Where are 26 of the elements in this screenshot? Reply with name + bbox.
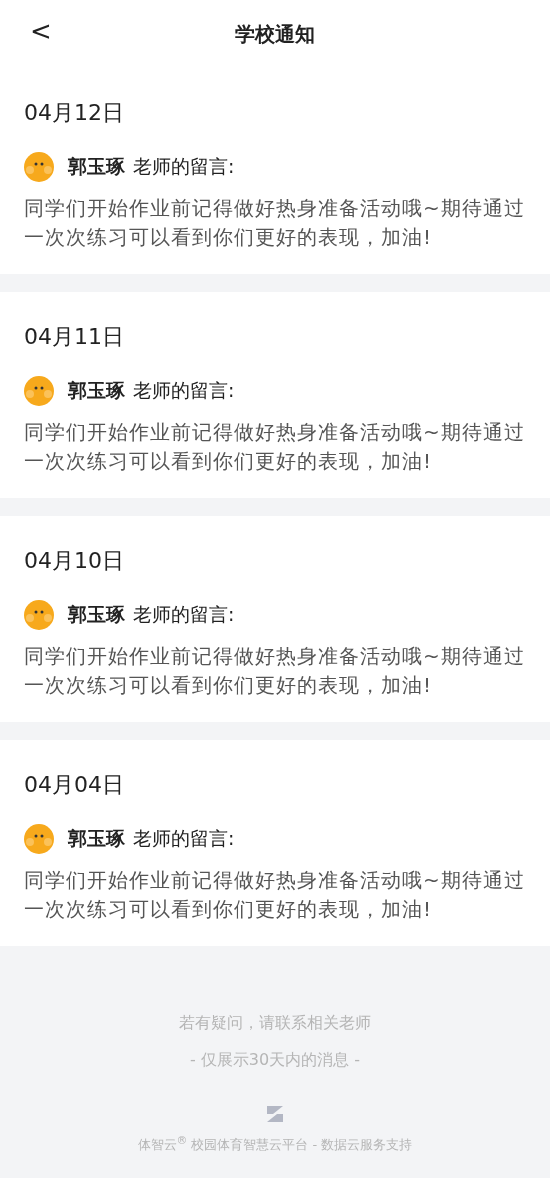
message-label: 老师的留言:: [133, 602, 235, 627]
contact-hint: 若有疑问，请联系相关老师: [179, 1012, 371, 1034]
teacher-name: 郭玉琢: [68, 602, 125, 627]
message-text: 同学们开始作业前记得做好热身准备活动哦~期待通过一次次练习可以看到你们更好的表现，加油!: [24, 195, 526, 251]
message-text: 同学们开始作业前记得做好热身准备活动哦~期待通过一次次练习可以看到你们更好的表现，加油!: [24, 867, 526, 923]
avatar-icon: [24, 600, 54, 630]
back-button[interactable]: <: [26, 16, 56, 46]
notice-date: 04月12日: [24, 99, 125, 127]
notice-date: 04月04日: [24, 771, 125, 799]
message-label: 老师的留言:: [133, 826, 235, 851]
avatar-icon: [24, 152, 54, 182]
avatar-icon: [24, 824, 54, 854]
teacher-name: 郭玉琢: [68, 154, 125, 179]
credit-text: 体智云$^{®}$ 校园体育智慧云平台 - 数据云服务支持: [137, 1134, 413, 1155]
message-text: 同学们开始作业前记得做好热身准备活动哦~期待通过一次次练习可以看到你们更好的表现，加油!: [24, 643, 526, 699]
logo-icon: [265, 1104, 285, 1124]
notice-date: 04月11日: [24, 323, 125, 351]
message-label: 老师的留言:: [133, 154, 235, 179]
avatar-icon: [24, 376, 54, 406]
notice-date: 04月10日: [24, 547, 125, 575]
message-text: 同学们开始作业前记得做好热身准备活动哦~期待通过一次次练习可以看到你们更好的表现，加油!: [24, 419, 526, 475]
range-note: - 仅展示30天内的消息 -: [189, 1049, 361, 1071]
message-label: 老师的留言:: [133, 378, 235, 403]
teacher-name: 郭玉琢: [68, 826, 125, 851]
teacher-name: 郭玉琢: [68, 378, 125, 403]
page-title: 学校通知: [235, 20, 315, 48]
